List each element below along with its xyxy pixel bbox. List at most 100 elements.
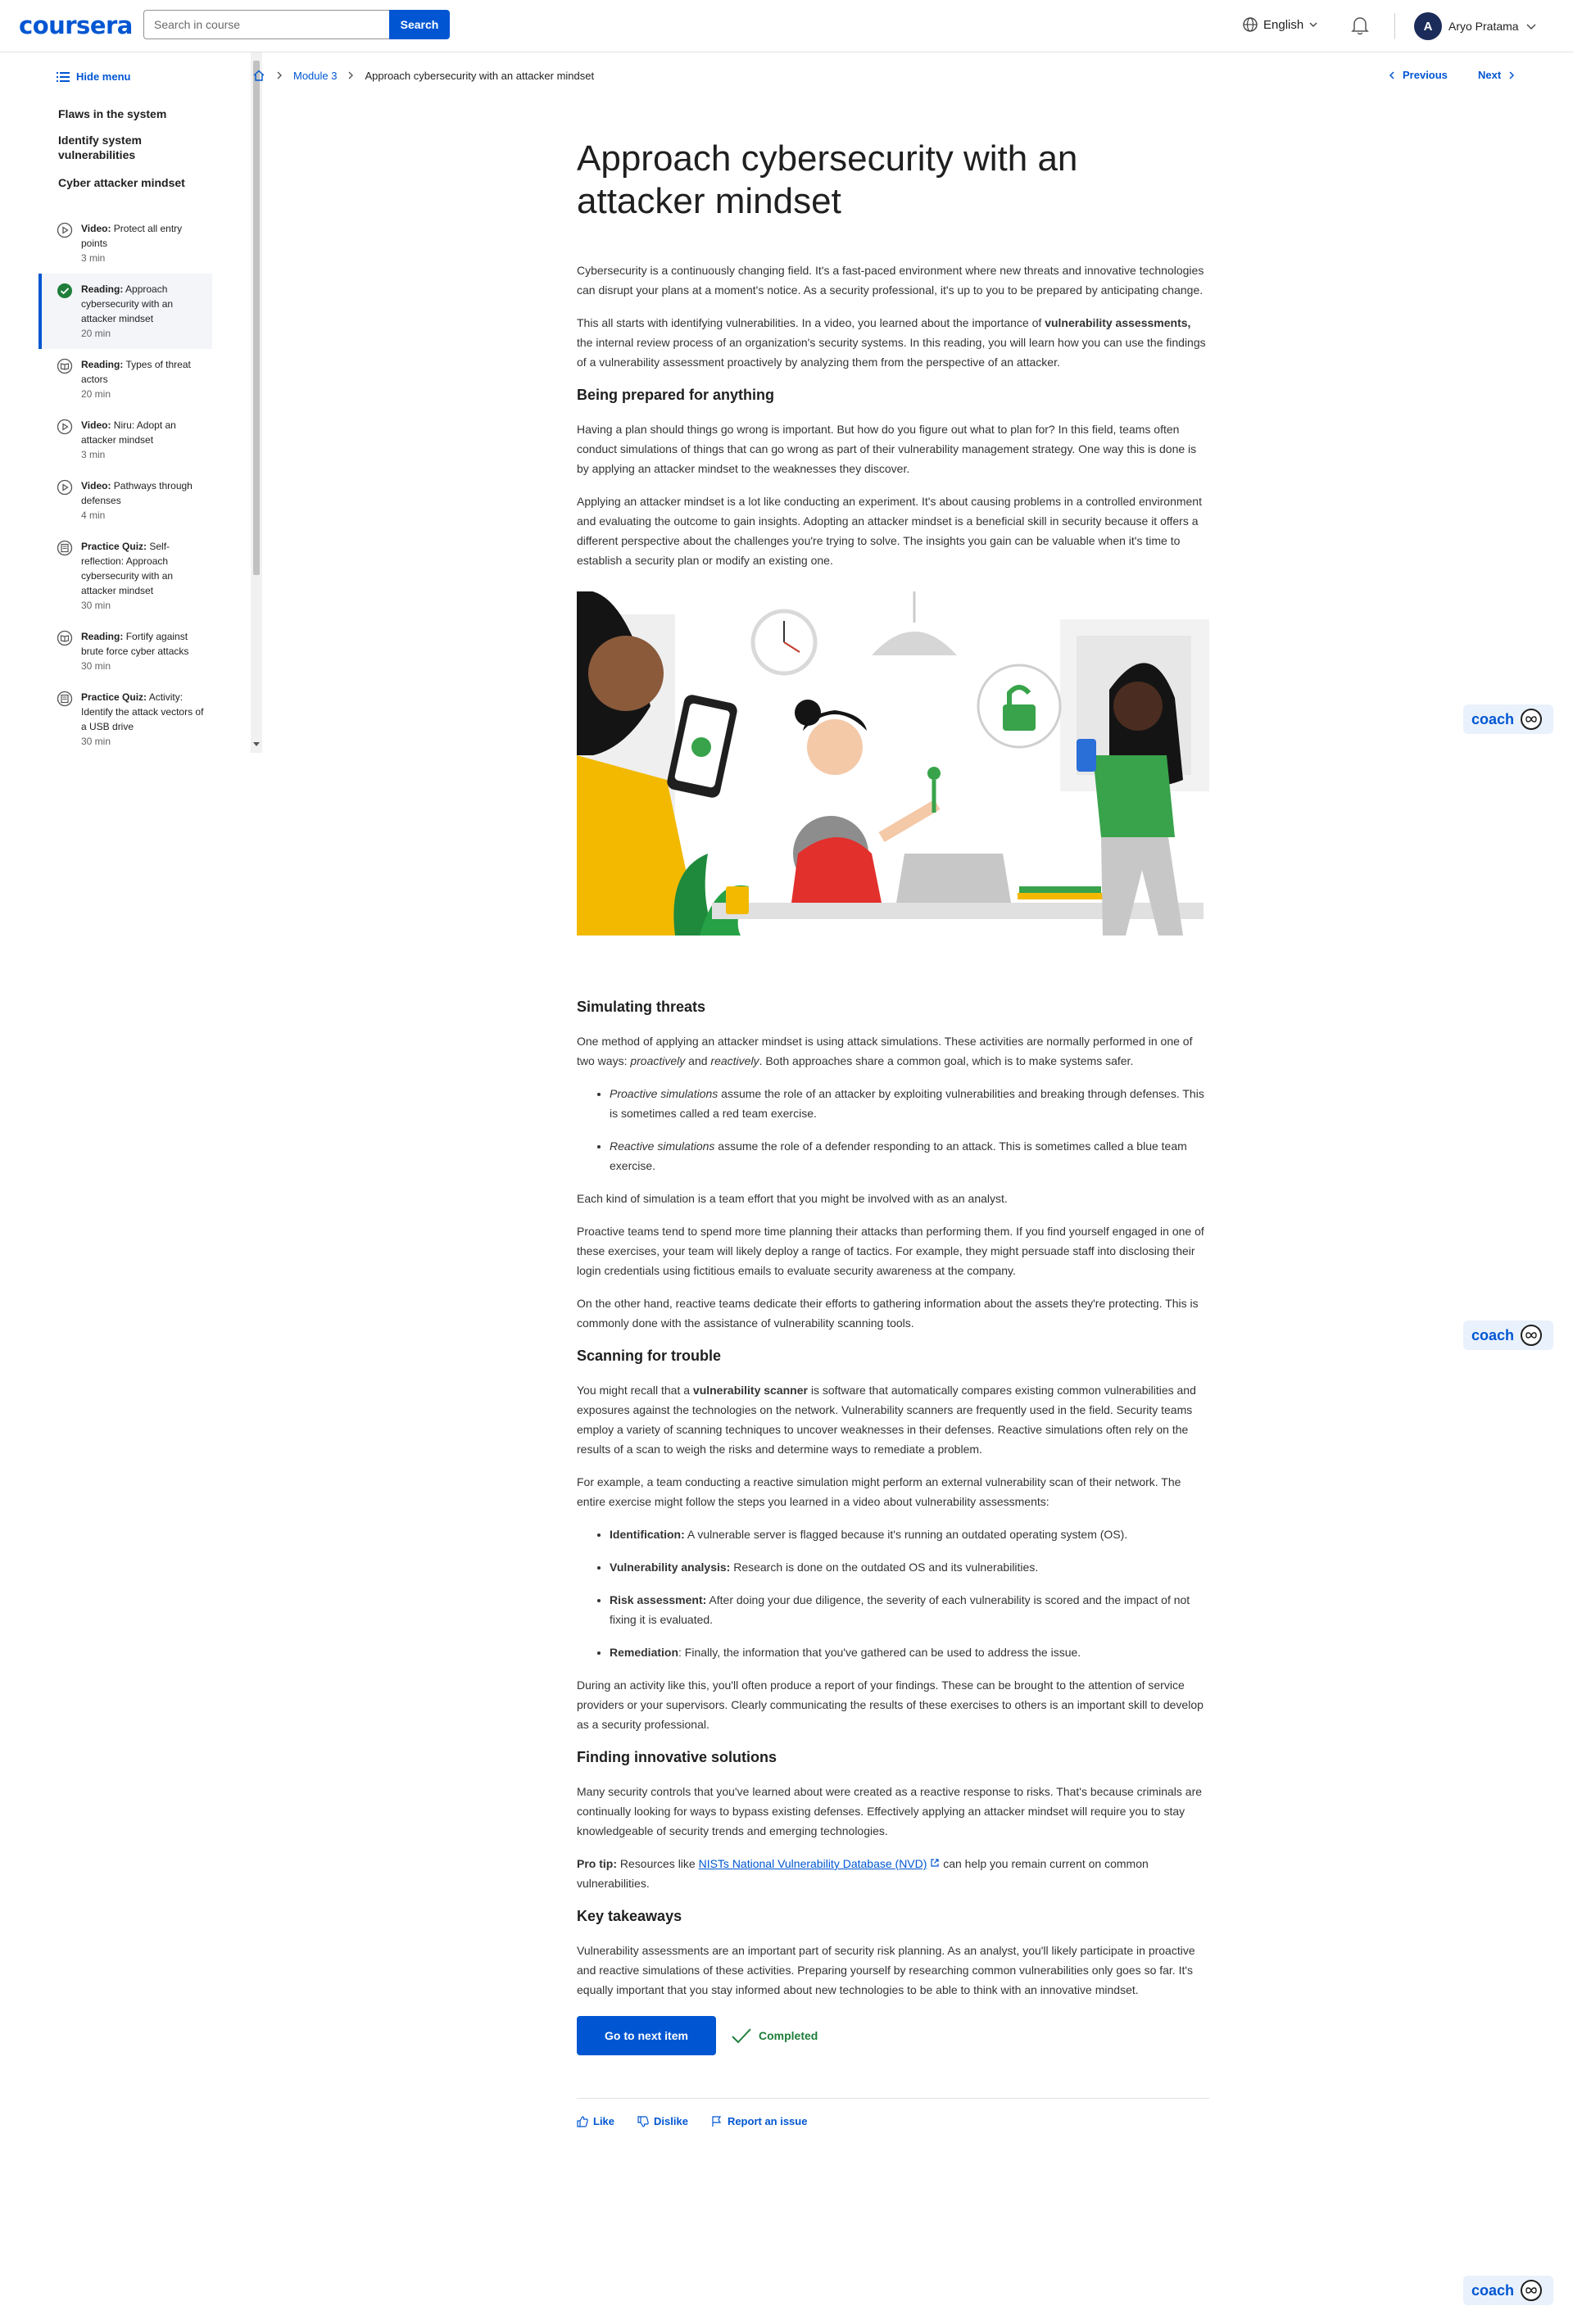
bell-icon [1351, 17, 1369, 35]
sidebar-item-active[interactable]: Reading: Approach cybersecurity with an … [39, 274, 212, 349]
coach-infinity-icon [1521, 1325, 1543, 1346]
coach-infinity-icon [1521, 709, 1543, 730]
search-button[interactable]: Search [389, 10, 450, 39]
play-icon [57, 419, 73, 435]
list-item: Identification: A vulnerable server is f… [610, 1524, 1209, 1544]
home-icon[interactable] [252, 69, 265, 82]
sidebar-scrollbar[interactable] [251, 52, 262, 753]
paragraph: This all starts with identifying vulnera… [577, 316, 1206, 369]
sidebar-item[interactable]: Video: Protect all entry points 3 min [39, 213, 212, 274]
sidebar-section-identify[interactable]: Identify system vulnerabilities [58, 133, 214, 162]
scroll-down-arrow-icon[interactable] [253, 742, 260, 746]
chevron-left-icon [1389, 70, 1394, 79]
globe-icon [1243, 17, 1258, 32]
thumbs-up-icon [577, 2115, 588, 2127]
paragraph: Many security controls that you've learn… [577, 1785, 1203, 1837]
quiz-icon [57, 691, 73, 707]
item-type: Reading: [81, 359, 124, 370]
user-name: Aryo Pratama [1448, 20, 1519, 33]
reading-icon [57, 358, 73, 374]
previous-button[interactable]: Previous [1388, 69, 1448, 81]
sidebar-item-list: Video: Protect all entry points 3 min Re… [39, 213, 212, 757]
course-sidebar: Hide menu Flaws in the system Identify s… [39, 52, 262, 753]
nvd-link[interactable]: NISTs National Vulnerability Database (N… [699, 1857, 927, 1870]
paragraph: Having a plan should things go wrong is … [577, 423, 1197, 475]
hide-menu-button[interactable]: Hide menu [57, 70, 130, 83]
paragraph: For example, a team conducting a reactiv… [577, 1475, 1181, 1508]
section-heading: Key takeaways [577, 1908, 682, 1924]
item-duration: 30 min [81, 600, 111, 611]
item-type: Reading: [81, 283, 124, 295]
item-duration: 4 min [81, 510, 106, 521]
paragraph: One method of applying an attacker minds… [577, 1035, 1193, 1067]
bullet-list: Proactive simulations assume the role of… [610, 1084, 1209, 1176]
coach-label: coach [1471, 710, 1515, 727]
breadcrumb-module[interactable]: Module 3 [293, 70, 337, 82]
paragraph: Proactive teams tend to spend more time … [577, 1225, 1204, 1277]
language-label: English [1263, 17, 1304, 32]
coach-button[interactable]: coach [1463, 1321, 1553, 1350]
coach-label: coach [1471, 1326, 1515, 1343]
play-icon [57, 479, 73, 496]
paragraph: Vulnerability assessments are an importa… [577, 1944, 1195, 1996]
sidebar-item[interactable]: Practice Quiz: Activity: Identify the at… [39, 682, 212, 757]
section-heading: Being prepared for anything [577, 387, 775, 403]
item-duration: 20 min [81, 388, 111, 400]
chevron-right-icon [277, 71, 282, 79]
coach-label: coach [1471, 2281, 1515, 2299]
page-title: Approach cybersecurity with an attacker … [577, 138, 1078, 221]
bullet-list: Identification: A vulnerable server is f… [610, 1524, 1209, 1662]
notifications-button[interactable] [1350, 15, 1370, 40]
item-duration: 3 min [81, 252, 106, 264]
item-duration: 30 min [81, 736, 111, 747]
sidebar-section-flaws[interactable]: Flaws in the system [58, 106, 214, 121]
list-item: Reactive simulations assume the role of … [610, 1136, 1209, 1176]
search-input[interactable] [143, 10, 389, 39]
chevron-right-icon [1509, 70, 1515, 79]
sidebar-item[interactable]: Reading: Types of threat actors 20 min [39, 349, 212, 410]
check-complete-icon [57, 283, 72, 298]
paragraph: Applying an attacker mindset is a lot li… [577, 495, 1202, 567]
paragraph: Pro tip: Resources like NISTs National V… [577, 1857, 1149, 1890]
item-type: Practice Quiz: [81, 541, 147, 552]
item-type: Video: [81, 223, 111, 234]
top-header: coursera Search English A Aryo Pratama [0, 0, 1573, 52]
item-type: Practice Quiz: [81, 691, 147, 703]
sidebar-item[interactable]: Practice Quiz: Self-reflection: Approach… [39, 531, 212, 621]
item-duration: 3 min [81, 449, 106, 460]
sidebar-item[interactable]: Video: Niru: Adopt an attacker mindset 3… [39, 410, 212, 470]
coach-button[interactable]: coach [1463, 704, 1553, 734]
list-item: Remediation: Finally, the information th… [610, 1642, 1209, 1662]
paragraph: On the other hand, reactive teams dedica… [577, 1297, 1199, 1330]
header-divider [1394, 13, 1395, 39]
breadcrumb: Module 3 Approach cybersecurity with an … [252, 69, 594, 82]
coach-button[interactable]: coach [1463, 2276, 1553, 2305]
next-button[interactable]: Next [1478, 69, 1516, 81]
list-item: Proactive simulations assume the role of… [610, 1084, 1209, 1123]
coursera-logo[interactable]: coursera [19, 11, 133, 39]
dislike-button[interactable]: Dislike [637, 2115, 688, 2127]
sidebar-item[interactable]: Video: Pathways through defenses 4 min [39, 470, 212, 531]
like-label: Like [593, 2115, 615, 2127]
thumbs-down-icon [637, 2115, 649, 2127]
user-menu[interactable]: A Aryo Pratama [1414, 12, 1537, 40]
scrollbar-thumb[interactable] [253, 61, 260, 575]
like-button[interactable]: Like [577, 2115, 614, 2127]
reading-article: Approach cybersecurity with an attacker … [577, 138, 1209, 2127]
list-item: Vulnerability analysis: Research is done… [610, 1557, 1209, 1577]
search-bar: Search [143, 10, 450, 39]
go-to-next-item-button[interactable]: Go to next item [577, 2016, 716, 2055]
paragraph: During an activity like this, you'll oft… [577, 1678, 1204, 1731]
report-issue-button[interactable]: Report an issue [711, 2115, 808, 2127]
item-actions: Go to next item Completed [577, 2016, 1209, 2055]
item-duration: 30 min [81, 660, 111, 672]
language-selector[interactable]: English [1242, 16, 1318, 33]
reading-icon [57, 630, 73, 646]
chevron-right-icon [348, 71, 354, 79]
report-label: Report an issue [727, 2115, 808, 2127]
sidebar-item[interactable]: Reading: Fortify against brute force cyb… [39, 621, 212, 682]
sidebar-section-mindset[interactable]: Cyber attacker mindset [58, 175, 214, 190]
section-heading: Finding innovative solutions [577, 1749, 777, 1765]
hide-menu-label: Hide menu [76, 70, 131, 83]
item-duration: 20 min [81, 328, 111, 339]
